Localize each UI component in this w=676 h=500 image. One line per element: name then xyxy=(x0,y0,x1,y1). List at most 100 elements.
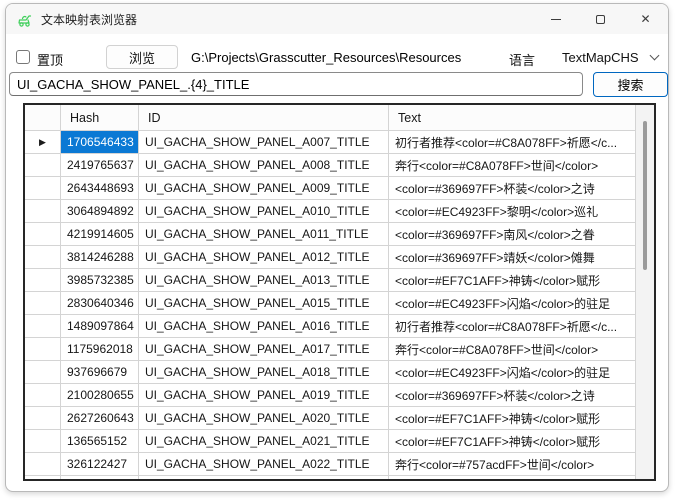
language-dropdown[interactable]: TextMapCHS xyxy=(555,45,667,70)
cell-text[interactable]: <color=#369697FF>南风</color>之眷 xyxy=(389,223,635,246)
chevron-down-icon xyxy=(649,51,659,61)
table-row[interactable]: 2100280655 UI_GACHA_SHOW_PANEL_A019_TITL… xyxy=(25,384,635,407)
column-header-text[interactable]: Text xyxy=(389,105,635,131)
row-header[interactable] xyxy=(25,154,61,177)
cell-hash[interactable]: 3064894892 xyxy=(61,200,139,223)
cell-id[interactable]: UI_GACHA_SHOW_PANEL_A009_TITLE xyxy=(139,177,389,200)
cell-id[interactable]: UI_GACHA_SHOW_PANEL_A007_TITLE xyxy=(139,131,389,154)
row-header[interactable] xyxy=(25,292,61,315)
row-header-corner[interactable] xyxy=(25,105,61,131)
row-header[interactable] xyxy=(25,177,61,200)
cell-id[interactable]: UI_GACHA_SHOW_PANEL_A020_TITLE xyxy=(139,407,389,430)
row-header[interactable] xyxy=(25,246,61,269)
cell-hash[interactable]: 1706546433 xyxy=(61,131,139,154)
scrollbar-thumb[interactable] xyxy=(643,121,647,270)
cell-hash[interactable]: 1489097864 xyxy=(61,315,139,338)
cell-id[interactable]: UI_GACHA_SHOW_PANEL_A016_TITLE xyxy=(139,315,389,338)
cell-id xyxy=(139,476,389,479)
row-header[interactable] xyxy=(25,453,61,476)
cell-id[interactable]: UI_GACHA_SHOW_PANEL_A017_TITLE xyxy=(139,338,389,361)
row-header[interactable] xyxy=(25,384,61,407)
cell-text[interactable]: 奔行<color=#757acdFF>世间</color> xyxy=(389,453,635,476)
search-input[interactable]: UI_GACHA_SHOW_PANEL_.{4}_TITLE xyxy=(9,72,583,96)
minimize-icon xyxy=(551,19,561,20)
table-row[interactable]: ▶ 1706546433 UI_GACHA_SHOW_PANEL_A007_TI… xyxy=(25,131,635,154)
cell-text[interactable]: 初行者推荐<color=#C8A078FF>祈愿</c... xyxy=(389,315,635,338)
cell-hash[interactable]: 2830640346 xyxy=(61,292,139,315)
table-row[interactable]: 4219914605 UI_GACHA_SHOW_PANEL_A011_TITL… xyxy=(25,223,635,246)
cell-text[interactable]: <color=#EF7C1AFF>神铸</color>赋形 xyxy=(389,269,635,292)
cell-id[interactable]: UI_GACHA_SHOW_PANEL_A011_TITLE xyxy=(139,223,389,246)
cell-text[interactable]: <color=#369697FF>杯装</color>之诗 xyxy=(389,177,635,200)
caption-buttons: ✕ xyxy=(533,4,668,34)
column-header-id[interactable]: ID xyxy=(139,105,389,131)
row-header[interactable] xyxy=(25,338,61,361)
row-header[interactable] xyxy=(25,223,61,246)
resources-path: G:\Projects\Grasscutter_Resources\Resour… xyxy=(191,50,461,65)
search-row: UI_GACHA_SHOW_PANEL_.{4}_TITLE 搜索 xyxy=(6,72,668,98)
table-row[interactable]: 3814246288 UI_GACHA_SHOW_PANEL_A012_TITL… xyxy=(25,246,635,269)
cell-text[interactable]: <color=#EC4923FF>黎明</color>巡礼 xyxy=(389,200,635,223)
cell-id[interactable]: UI_GACHA_SHOW_PANEL_A010_TITLE xyxy=(139,200,389,223)
cell-hash[interactable]: 326122427 xyxy=(61,453,139,476)
pin-on-top-checkbox[interactable] xyxy=(16,50,30,64)
row-header[interactable] xyxy=(25,269,61,292)
cell-hash[interactable]: 2643448693 xyxy=(61,177,139,200)
search-button[interactable]: 搜索 xyxy=(593,72,668,97)
close-button[interactable]: ✕ xyxy=(623,4,668,34)
table-row[interactable]: 2627260643 UI_GACHA_SHOW_PANEL_A020_TITL… xyxy=(25,407,635,430)
cell-id[interactable]: UI_GACHA_SHOW_PANEL_A015_TITLE xyxy=(139,292,389,315)
cell-hash[interactable]: 4219914605 xyxy=(61,223,139,246)
cell-text[interactable]: <color=#EC4923FF>闪焰</color>的驻足 xyxy=(389,361,635,384)
row-header[interactable] xyxy=(25,361,61,384)
cell-hash[interactable]: 2419765637 xyxy=(61,154,139,177)
cell-id[interactable]: UI_GACHA_SHOW_PANEL_A021_TITLE xyxy=(139,430,389,453)
cell-id[interactable]: UI_GACHA_SHOW_PANEL_A019_TITLE xyxy=(139,384,389,407)
table-row[interactable]: 136565152 UI_GACHA_SHOW_PANEL_A021_TITLE… xyxy=(25,430,635,453)
cell-hash[interactable]: 136565152 xyxy=(61,430,139,453)
cell-id[interactable]: UI_GACHA_SHOW_PANEL_A018_TITLE xyxy=(139,361,389,384)
cell-text: 初行者推荐 xyxy=(389,476,635,479)
table-row[interactable]: 937696679 UI_GACHA_SHOW_PANEL_A018_TITLE… xyxy=(25,361,635,384)
cell-id[interactable]: UI_GACHA_SHOW_PANEL_A012_TITLE xyxy=(139,246,389,269)
table-row[interactable]: 2419765637 UI_GACHA_SHOW_PANEL_A008_TITL… xyxy=(25,154,635,177)
cell-hash[interactable]: 3814246288 xyxy=(61,246,139,269)
app-window: 文本映射表浏览器 ✕ 置顶 浏览 G:\Projects\Grasscutter… xyxy=(5,3,669,492)
cell-text[interactable]: <color=#369697FF>杯装</color>之诗 xyxy=(389,384,635,407)
cell-hash[interactable]: 3985732385 xyxy=(61,269,139,292)
cell-id[interactable]: UI_GACHA_SHOW_PANEL_A013_TITLE xyxy=(139,269,389,292)
cell-text[interactable]: 初行者推荐<color=#C8A078FF>祈愿</c... xyxy=(389,131,635,154)
table-row-partial[interactable]: 初行者推荐 xyxy=(25,476,635,479)
cell-text[interactable]: <color=#EF7C1AFF>神铸</color>赋形 xyxy=(389,430,635,453)
cell-text[interactable]: <color=#EC4923FF>闪焰</color>的驻足 xyxy=(389,292,635,315)
cell-id[interactable]: UI_GACHA_SHOW_PANEL_A008_TITLE xyxy=(139,154,389,177)
table-row[interactable]: 2643448693 UI_GACHA_SHOW_PANEL_A009_TITL… xyxy=(25,177,635,200)
browse-button[interactable]: 浏览 xyxy=(106,45,178,69)
language-value: TextMapCHS xyxy=(562,50,639,65)
table-row[interactable]: 1489097864 UI_GACHA_SHOW_PANEL_A016_TITL… xyxy=(25,315,635,338)
table-row[interactable]: 326122427 UI_GACHA_SHOW_PANEL_A022_TITLE… xyxy=(25,453,635,476)
cell-hash[interactable]: 937696679 xyxy=(61,361,139,384)
row-header[interactable] xyxy=(25,200,61,223)
table-row[interactable]: 2830640346 UI_GACHA_SHOW_PANEL_A015_TITL… xyxy=(25,292,635,315)
cell-text[interactable]: 奔行<color=#C8A078FF>世间</color> xyxy=(389,154,635,177)
cell-id[interactable]: UI_GACHA_SHOW_PANEL_A022_TITLE xyxy=(139,453,389,476)
cell-hash[interactable]: 1175962018 xyxy=(61,338,139,361)
table-row[interactable]: 3064894892 UI_GACHA_SHOW_PANEL_A010_TITL… xyxy=(25,200,635,223)
table-row[interactable]: 1175962018 UI_GACHA_SHOW_PANEL_A017_TITL… xyxy=(25,338,635,361)
table-row[interactable]: 3985732385 UI_GACHA_SHOW_PANEL_A013_TITL… xyxy=(25,269,635,292)
cell-text[interactable]: <color=#369697FF>靖妖</color>傩舞 xyxy=(389,246,635,269)
row-header[interactable] xyxy=(25,315,61,338)
cell-text[interactable]: <color=#EF7C1AFF>神铸</color>赋形 xyxy=(389,407,635,430)
title-bar[interactable]: 文本映射表浏览器 ✕ xyxy=(6,4,668,34)
cell-text[interactable]: 奔行<color=#C8A078FF>世间</color> xyxy=(389,338,635,361)
vertical-scrollbar[interactable] xyxy=(635,105,654,479)
minimize-button[interactable] xyxy=(533,4,578,34)
row-header[interactable] xyxy=(25,430,61,453)
row-header[interactable] xyxy=(25,407,61,430)
maximize-button[interactable] xyxy=(578,4,623,34)
row-header[interactable]: ▶ xyxy=(25,131,61,154)
cell-hash[interactable]: 2627260643 xyxy=(61,407,139,430)
column-header-hash[interactable]: Hash xyxy=(61,105,139,131)
cell-hash[interactable]: 2100280655 xyxy=(61,384,139,407)
